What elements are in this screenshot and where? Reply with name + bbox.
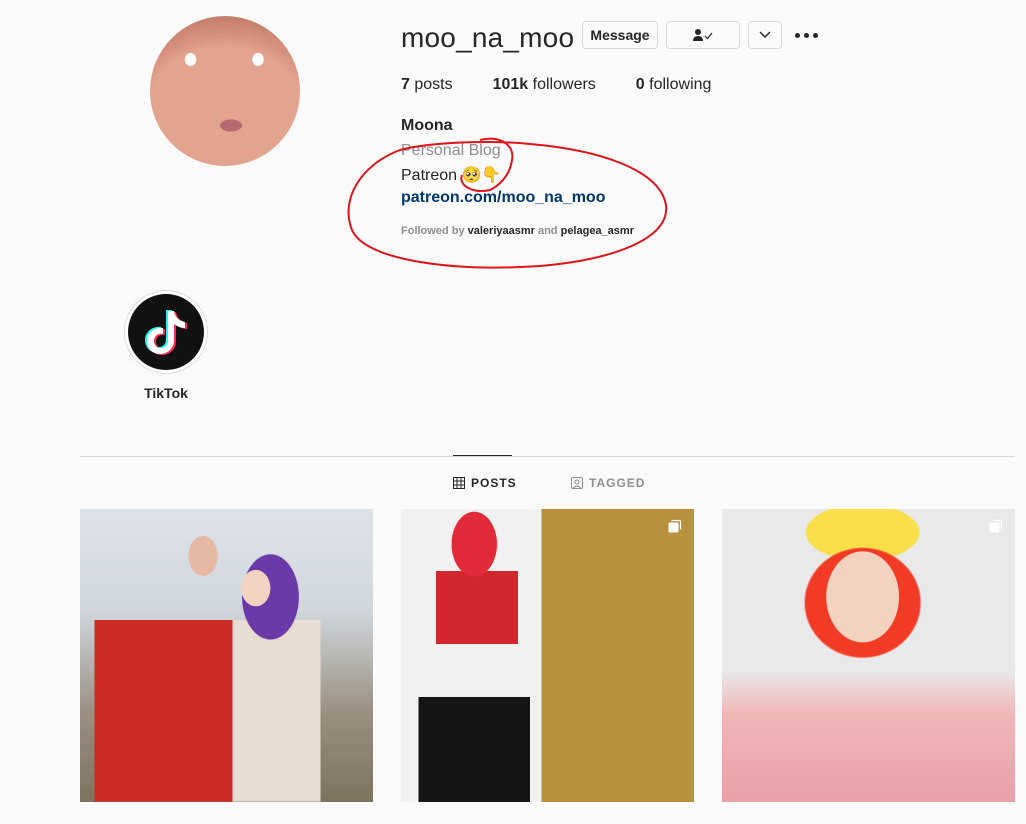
red-annotation-circle [347,137,668,269]
carousel-icon [989,519,1003,533]
highlight-label: TikTok [144,385,188,401]
following-button[interactable] [666,21,740,49]
post-thumbnail[interactable] [80,509,373,802]
posts-count: 7 [401,76,410,93]
posts-label: posts [414,76,453,93]
post-thumbnail[interactable] [401,509,694,802]
more-options-icon[interactable] [795,27,821,43]
chevron-down-icon [759,31,771,38]
followers-count: 101k [492,76,529,93]
tab-posts-label: POSTS [471,476,517,490]
profile-stats: 7 posts 101k followers 0 following [401,76,751,94]
username: moo_na_moo [401,22,575,53]
active-tab-indicator [453,455,512,456]
following-count: 0 [635,76,645,93]
tab-tagged-label: TAGGED [589,476,646,490]
tagged-icon [571,477,583,489]
person-check-icon [693,29,713,41]
suggested-accounts-button[interactable] [748,21,782,49]
tiktok-icon [128,294,204,370]
profile-avatar[interactable] [150,16,300,166]
followers-stat[interactable]: 101k followers [493,76,596,94]
tab-posts[interactable]: POSTS [453,476,517,490]
message-button[interactable]: Message [582,21,658,49]
tab-tagged[interactable]: TAGGED [571,476,645,490]
highlight-tiktok[interactable] [124,290,208,374]
following-label: following [649,76,712,93]
followers-label: followers [532,76,596,93]
following-stat[interactable]: 0 following [636,76,712,94]
posts-stat: 7 posts [401,76,453,94]
carousel-icon [668,519,682,533]
post-thumbnail[interactable] [722,509,1015,802]
tabs-divider [80,456,1015,457]
grid-icon [453,477,465,489]
